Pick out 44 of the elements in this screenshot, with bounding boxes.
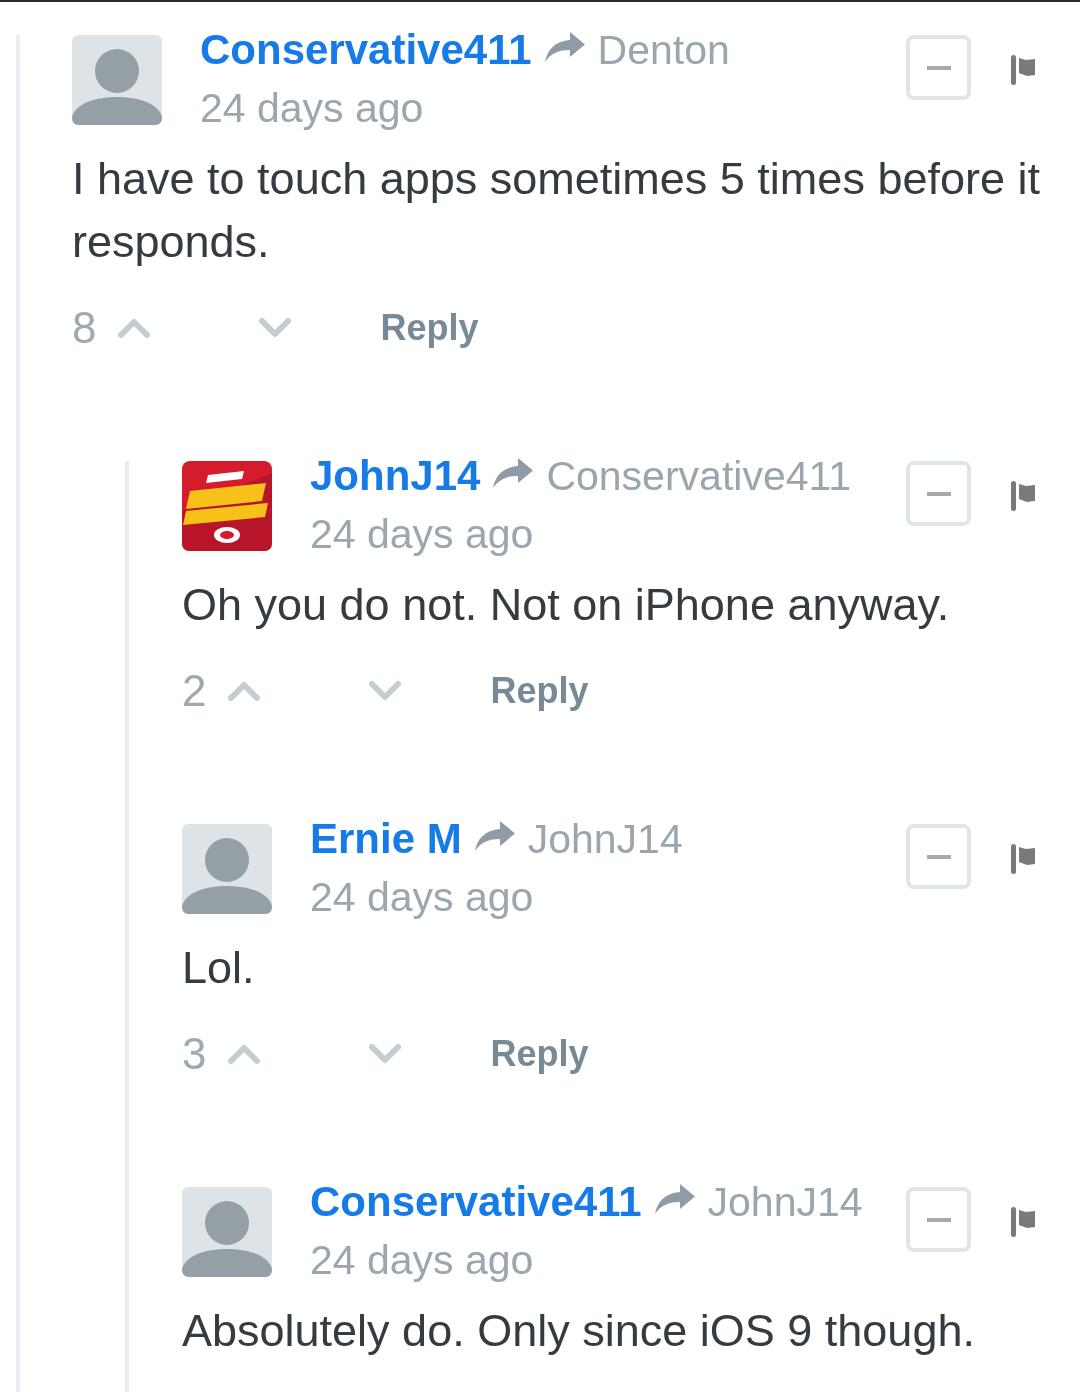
chevron-down-icon[interactable] — [369, 681, 402, 701]
comment-text: Lol. — [182, 941, 256, 995]
flag-icon[interactable] — [1011, 55, 1035, 85]
comment-text: Oh you do not. Not on iPhone anyway. — [182, 578, 951, 632]
collapse-button[interactable] — [906, 461, 971, 526]
vote-count: 8 — [72, 302, 97, 354]
chevron-down-icon[interactable] — [259, 318, 292, 338]
curved-arrow-icon — [492, 457, 535, 489]
chevron-down-icon[interactable] — [369, 1044, 402, 1064]
vote-count: 2 — [182, 665, 207, 717]
timestamp: 24 days ago — [310, 873, 535, 922]
flag-icon[interactable] — [1011, 481, 1035, 511]
reply-button[interactable]: Reply — [380, 304, 479, 352]
chevron-up-icon[interactable] — [118, 318, 151, 338]
reply-target-name[interactable]: Conservative411 — [546, 447, 852, 505]
timestamp: 24 days ago — [310, 510, 535, 559]
vote-count: 3 — [182, 1028, 207, 1080]
timestamp: 24 days ago — [200, 84, 425, 133]
reply-target-name[interactable]: JohnJ14 — [527, 810, 683, 868]
default-avatar-icon — [182, 1187, 272, 1277]
collapse-button[interactable] — [906, 35, 971, 100]
default-avatar-icon — [182, 824, 272, 914]
author-name[interactable]: Conservative411 — [200, 21, 532, 79]
chevron-up-icon[interactable] — [228, 1044, 261, 1064]
logo-avatar-icon — [182, 461, 272, 551]
curved-arrow-icon — [653, 1183, 696, 1215]
collapse-button[interactable] — [906, 1187, 971, 1252]
curved-arrow-icon — [543, 31, 586, 63]
collapse-button[interactable] — [906, 824, 971, 889]
comment-text: I have to touch apps sometimes 5 times before it responds. — [72, 152, 1041, 269]
curved-arrow-icon — [473, 820, 516, 852]
author-name[interactable]: Conservative411 — [310, 1173, 642, 1231]
flag-icon[interactable] — [1011, 844, 1035, 874]
author-name[interactable]: Ernie M — [310, 810, 462, 868]
timestamp: 24 days ago — [310, 1236, 535, 1285]
default-avatar-icon — [72, 35, 162, 125]
reply-target-name[interactable]: Denton — [597, 21, 730, 79]
comment-text: Absolutely do. Only since iOS 9 though. — [182, 1304, 976, 1358]
reply-target-name[interactable]: JohnJ14 — [707, 1173, 863, 1231]
reply-button[interactable]: Reply — [490, 1030, 589, 1078]
flag-icon[interactable] — [1011, 1207, 1035, 1237]
chevron-up-icon[interactable] — [228, 681, 261, 701]
author-name[interactable]: JohnJ14 — [310, 447, 481, 505]
reply-button[interactable]: Reply — [490, 667, 589, 715]
